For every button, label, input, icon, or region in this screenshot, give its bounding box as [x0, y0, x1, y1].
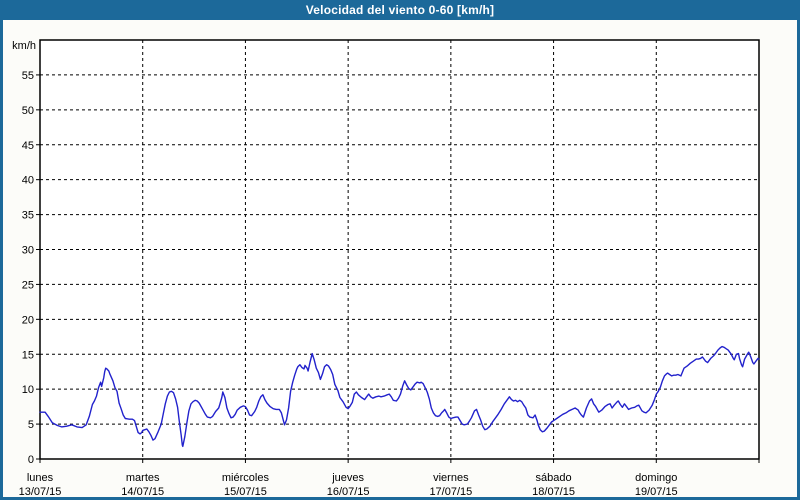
window-title-bar: Velocidad del viento 0-60 [km/h] — [0, 0, 800, 20]
y-tick-label: 50 — [22, 105, 34, 117]
y-tick-label: 25 — [22, 279, 34, 291]
y-tick-label: 0 — [28, 454, 34, 466]
x-day-date-label: 14/07/15 — [121, 486, 164, 497]
x-day-date-label: 18/07/15 — [532, 486, 575, 497]
x-day-name-label: domingo — [635, 472, 677, 484]
wind-speed-chart: 0 5 10 15 20 25 30 35 40 45 50 55 km/h lunes 13/07/15 m… — [12, 39, 760, 498]
x-day-date-label: 17/07/15 — [429, 486, 472, 497]
x-day-date-label: 19/07/15 — [635, 486, 678, 497]
x-day-name-label: viernes — [433, 472, 469, 484]
y-tick-label: 45 — [22, 140, 34, 152]
y-tick-label: 55 — [22, 70, 34, 82]
x-day-date-label: 16/07/15 — [327, 486, 370, 497]
app-window: Velocidad del viento 0-60 [km/h] 0 5 10 15 2… — [0, 0, 800, 500]
x-day-name-label: jueves — [331, 472, 364, 484]
x-day-name-label: martes — [126, 472, 160, 484]
x-day-date-label: 13/07/15 — [19, 486, 62, 497]
y-tick-label: 40 — [22, 175, 34, 187]
y-tick-label: 30 — [22, 245, 34, 257]
y-tick-label: 20 — [22, 314, 34, 326]
y-tick-label: 5 — [28, 419, 34, 431]
chart-area: 0 5 10 15 20 25 30 35 40 45 50 55 km/h lunes 13/07/15 m… — [3, 20, 797, 498]
y-axis-unit-label: km/h — [12, 40, 36, 52]
x-day-name-label: lunes — [27, 472, 54, 484]
window-title: Velocidad del viento 0-60 [km/h] — [305, 3, 495, 17]
x-day-name-label: sábado — [536, 472, 572, 484]
x-day-name-label: miércoles — [222, 472, 270, 484]
y-tick-label: 10 — [22, 384, 34, 396]
y-tick-label: 15 — [22, 349, 34, 361]
y-tick-label: 35 — [22, 210, 34, 222]
x-day-date-label: 15/07/15 — [224, 486, 267, 497]
